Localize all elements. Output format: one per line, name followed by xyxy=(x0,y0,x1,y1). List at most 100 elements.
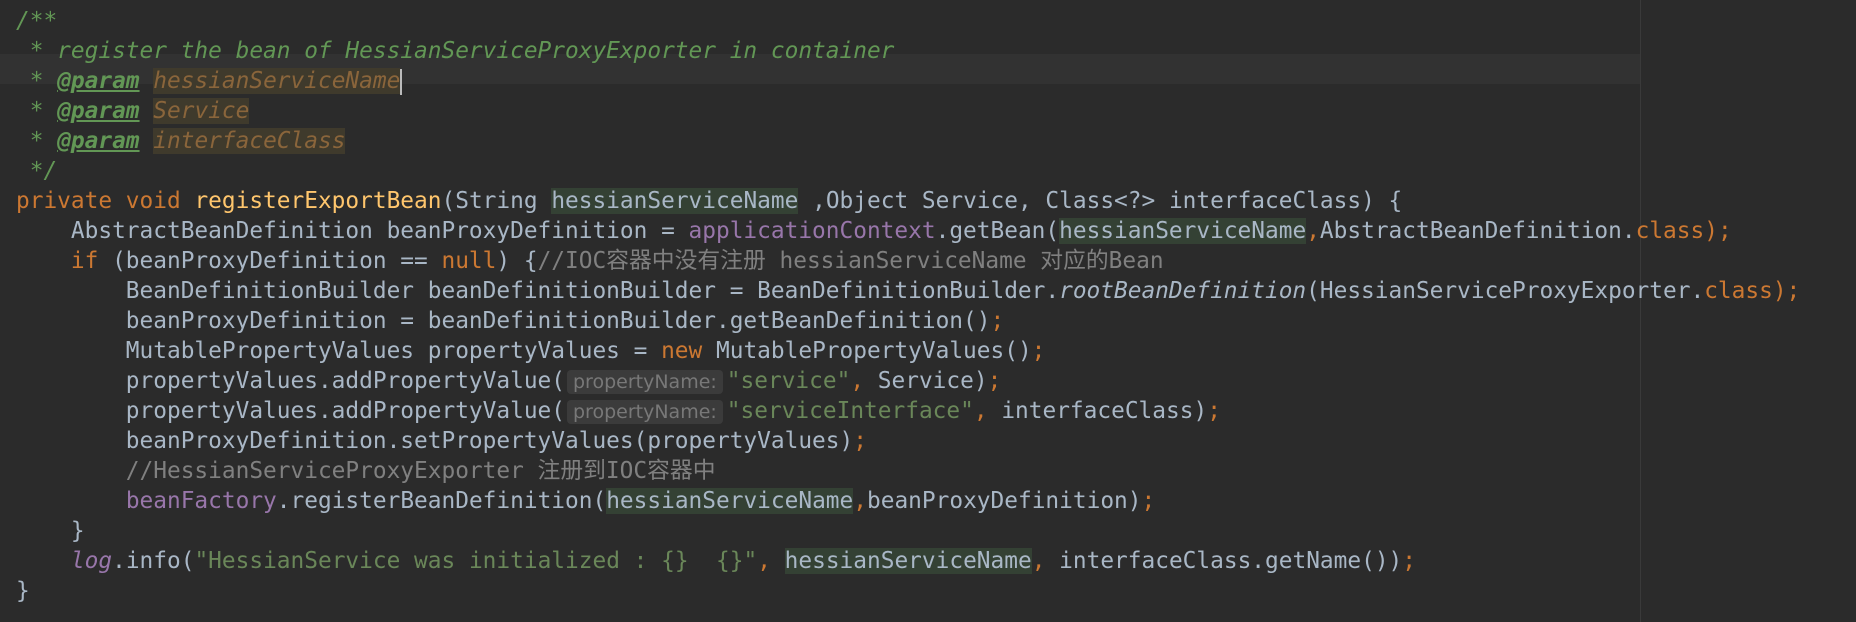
code-line[interactable]: } xyxy=(16,516,1800,546)
code-token: log xyxy=(70,548,113,574)
code-token: Service xyxy=(153,98,250,124)
code-line[interactable]: propertyValues.addPropertyValue(property… xyxy=(16,396,1800,426)
code-token: ,Object Service, Class<?> interfaceClass… xyxy=(798,188,1403,214)
code-token: .info( xyxy=(112,548,195,574)
code-token: , xyxy=(973,398,1002,424)
code-area[interactable]: /** * register the bean of HessianServic… xyxy=(16,6,1800,606)
code-token: class xyxy=(1704,278,1773,304)
code-line[interactable]: if (beanProxyDefinition == null) {//IOC容… xyxy=(16,246,1800,276)
code-line[interactable]: //HessianServiceProxyExporter 注册到IOC容器中 xyxy=(16,456,1800,486)
code-token: beanFactory xyxy=(125,488,277,514)
code-line[interactable]: private void registerExportBean(String h… xyxy=(16,186,1800,216)
code-token: @param xyxy=(57,98,140,124)
code-line[interactable]: * @param interfaceClass xyxy=(16,126,1800,156)
code-token: ; xyxy=(987,368,1002,394)
code-token: null xyxy=(441,248,497,274)
code-token: MutablePropertyValues() xyxy=(702,338,1032,364)
code-token: hessianServiceName xyxy=(606,488,854,514)
code-token: class xyxy=(1635,218,1705,244)
code-token: } xyxy=(16,578,30,604)
code-token: beanProxyDefinition = beanDefinitionBuil… xyxy=(16,308,991,334)
code-token: private void xyxy=(16,188,195,214)
code-token: * xyxy=(16,68,58,94)
code-token: Service) xyxy=(877,368,988,394)
code-token: if xyxy=(70,248,99,274)
code-line[interactable]: propertyValues.addPropertyValue(property… xyxy=(16,366,1800,396)
code-token: ; xyxy=(990,308,1005,334)
code-token: /** xyxy=(16,8,58,34)
code-token: propertyValues.addPropertyValue( xyxy=(16,368,565,394)
code-line[interactable]: beanProxyDefinition.setPropertyValues(pr… xyxy=(16,426,1800,456)
code-token: MutablePropertyValues propertyValues = xyxy=(16,338,662,364)
code-token: (HessianServiceProxyExporter. xyxy=(1306,278,1705,304)
code-token: "serviceInterface" xyxy=(726,398,974,424)
code-token: beanProxyDefinition) xyxy=(867,488,1142,514)
code-token: */ xyxy=(16,158,58,184)
code-editor[interactable]: /** * register the bean of HessianServic… xyxy=(0,0,1856,622)
code-token: ; xyxy=(1141,488,1156,514)
code-token: (beanProxyDefinition == xyxy=(98,248,442,274)
code-token: interfaceClass.getName()) xyxy=(1059,548,1403,574)
code-line[interactable]: } xyxy=(16,576,1800,606)
parameter-hint: propertyName: xyxy=(567,370,723,394)
code-token: , xyxy=(853,488,867,514)
code-token: BeanDefinitionBuilder beanDefinitionBuil… xyxy=(16,278,1060,304)
code-token: hessianServiceName xyxy=(551,188,799,214)
code-line[interactable]: beanProxyDefinition = beanDefinitionBuil… xyxy=(16,306,1800,336)
code-line[interactable]: MutablePropertyValues propertyValues = n… xyxy=(16,336,1800,366)
code-token: "service" xyxy=(726,368,851,394)
code-line[interactable]: beanFactory.registerBeanDefinition(hessi… xyxy=(16,486,1800,516)
code-token: "HessianService was initialized : {} {}" xyxy=(194,548,758,574)
code-token: * register the bean of HessianServicePro… xyxy=(16,38,895,64)
code-token: //IOC容器中没有注册 hessianServiceName 对应的Bean xyxy=(537,248,1164,274)
code-token: interfaceClass xyxy=(153,128,346,154)
code-token: ) { xyxy=(496,248,538,274)
code-token: AbstractBeanDefinition. xyxy=(1319,218,1636,244)
code-token: registerExportBean xyxy=(194,188,442,214)
code-token: beanProxyDefinition.setPropertyValues(pr… xyxy=(16,428,854,454)
code-token: //HessianServiceProxyExporter 注册到IOC容器中 xyxy=(16,458,716,484)
code-token: } xyxy=(16,518,85,544)
code-token: AbstractBeanDefinition beanProxyDefiniti… xyxy=(16,218,689,244)
code-token: .registerBeanDefinition( xyxy=(276,488,607,514)
code-token: @param xyxy=(57,128,140,154)
code-token: ; xyxy=(1207,398,1221,424)
code-token: @param xyxy=(57,68,140,94)
code-token: hessianServiceName xyxy=(1059,218,1307,244)
parameter-hint: propertyName: xyxy=(567,400,723,424)
code-token: , xyxy=(850,368,878,394)
code-token: interfaceClass) xyxy=(1001,398,1208,424)
code-line[interactable]: */ xyxy=(16,156,1800,186)
code-token: ; xyxy=(1402,548,1417,574)
code-token: hessianServiceName xyxy=(153,68,401,94)
code-token: ; xyxy=(853,428,867,454)
code-token: * xyxy=(16,98,58,124)
code-token: , xyxy=(1031,548,1060,574)
code-token: ); xyxy=(1772,278,1801,304)
code-token: new xyxy=(661,338,703,364)
code-token: rootBeanDefinition xyxy=(1059,278,1307,304)
code-line[interactable]: /** xyxy=(16,6,1800,36)
code-token: ); xyxy=(1704,218,1732,244)
code-token: (String xyxy=(441,188,552,214)
code-token: ; xyxy=(1031,338,1046,364)
code-token: hessianServiceName xyxy=(784,548,1032,574)
code-line[interactable]: * register the bean of HessianServicePro… xyxy=(16,36,1800,66)
code-line[interactable]: * @param hessianServiceName xyxy=(16,66,1800,96)
code-token: .getBean( xyxy=(935,218,1060,244)
code-token: , xyxy=(1306,218,1320,244)
code-token: propertyValues.addPropertyValue( xyxy=(16,398,565,424)
code-line[interactable]: * @param Service xyxy=(16,96,1800,126)
code-line[interactable]: BeanDefinitionBuilder beanDefinitionBuil… xyxy=(16,276,1800,306)
code-token: * xyxy=(16,128,58,154)
code-line[interactable]: AbstractBeanDefinition beanProxyDefiniti… xyxy=(16,216,1800,246)
code-token: , xyxy=(757,548,785,574)
code-line[interactable]: log.info("HessianService was initialized… xyxy=(16,546,1800,576)
code-token: applicationContext xyxy=(688,218,936,244)
